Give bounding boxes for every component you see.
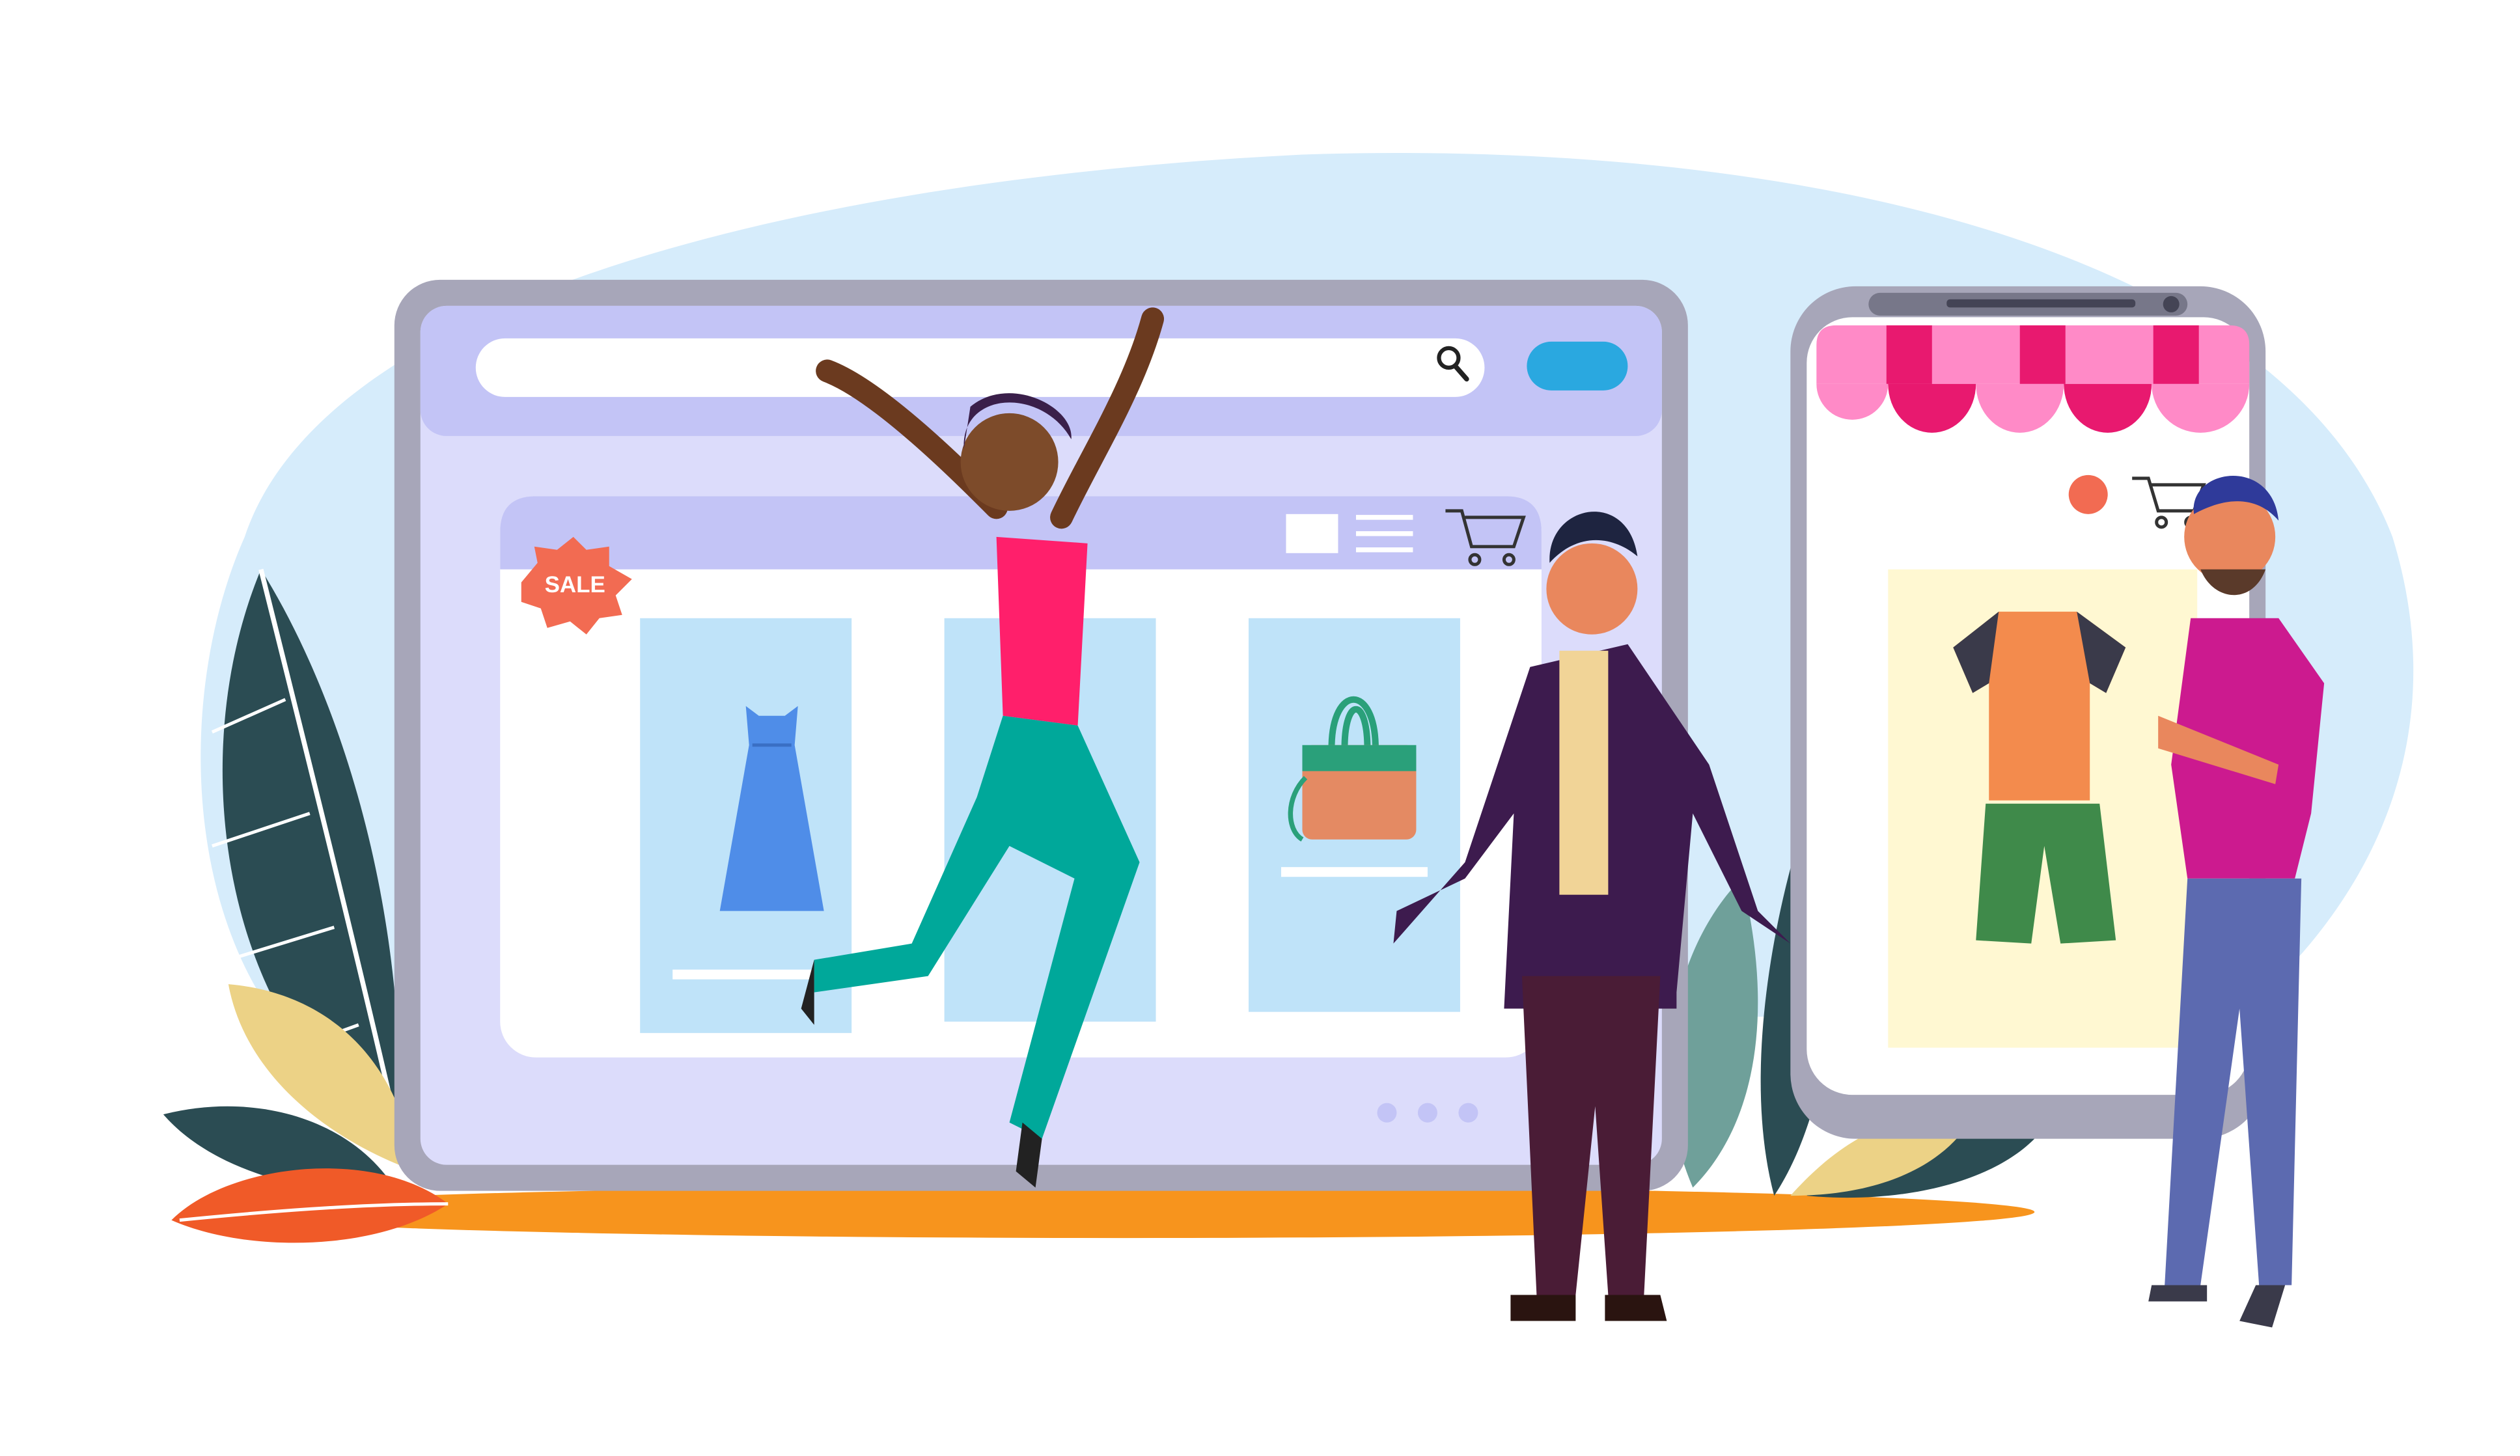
grid-view-icon[interactable] (1286, 514, 1338, 553)
sale-label: SALE (545, 572, 605, 598)
ground-shadow (212, 1186, 2035, 1239)
online-shopping-illustration: SALE (163, 152, 2414, 1328)
go-button[interactable] (1527, 341, 1628, 391)
search-input[interactable] (475, 338, 1485, 397)
pager-dots[interactable] (1377, 1103, 1478, 1123)
notification-dot[interactable] (2068, 474, 2108, 514)
